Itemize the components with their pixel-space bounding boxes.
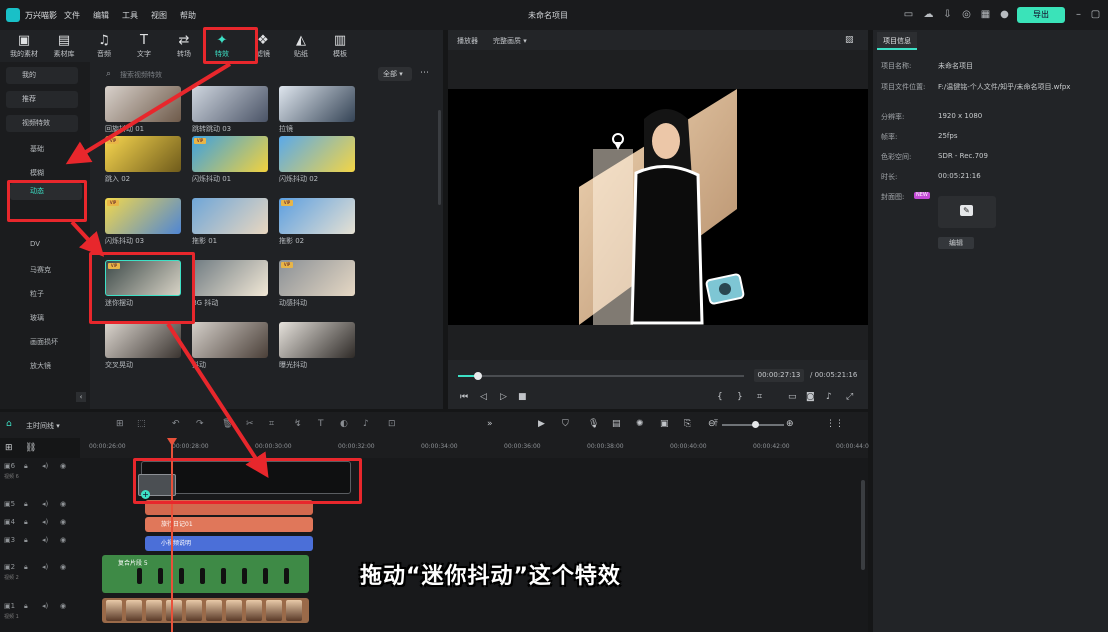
arrow-dynamic-to-effect (70, 220, 105, 257)
annotation-arrows (65, 62, 269, 479)
tutorial-caption: 拖动“迷你抖动”这个特效 (360, 564, 621, 589)
arrow-effect-to-timeline (166, 322, 269, 479)
arrow-effects-to-dynamic (65, 62, 232, 165)
